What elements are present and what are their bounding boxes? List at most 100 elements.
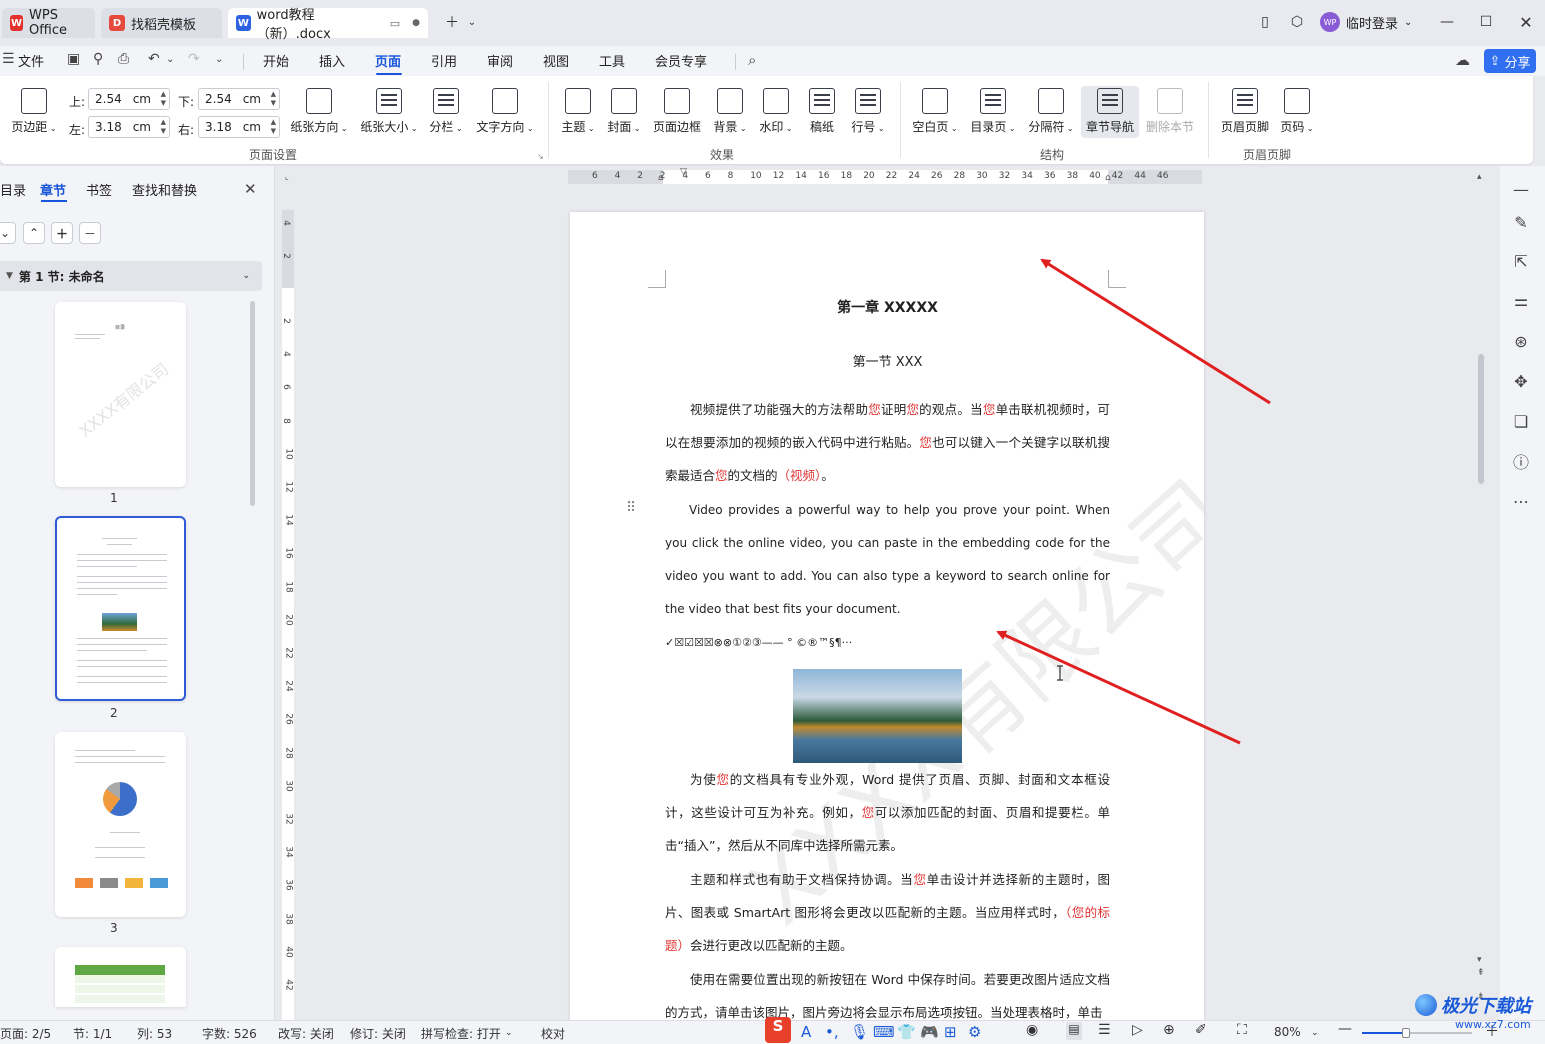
spin-arrows-icon[interactable]: ▲ ▼ <box>271 118 276 136</box>
cube-icon[interactable]: ⬡ <box>1285 10 1309 34</box>
save-icon[interactable]: ▣ <box>67 51 80 67</box>
add-section-icon[interactable]: ＋ <box>51 222 73 244</box>
redo-icon[interactable]: ↷ <box>188 51 200 67</box>
header-footer-button[interactable]: 页眉页脚 <box>1217 88 1273 135</box>
move-up-icon[interactable]: ⌃ <box>23 222 45 244</box>
eye-icon[interactable]: ◉ <box>1026 1022 1038 1038</box>
document-scrollbar[interactable] <box>1478 354 1484 484</box>
page-thumbnail-2[interactable] <box>55 516 186 701</box>
collapse-triangle-icon[interactable]: ▼ <box>6 271 13 281</box>
proofread-button[interactable]: 校对 <box>541 1025 565 1042</box>
tab-template[interactable]: D 找稻壳模板 <box>101 8 222 38</box>
minimize-icon[interactable]: — <box>1435 10 1459 34</box>
share-button[interactable]: ⇪ 分享 <box>1484 49 1536 73</box>
remove-section-icon[interactable]: － <box>79 222 101 244</box>
shirt-icon[interactable]: 👕 <box>897 1023 916 1041</box>
cover-button[interactable]: 封面 ⌄ <box>604 88 644 135</box>
line-number-button[interactable]: 行号 ⌄ <box>848 88 888 135</box>
book-icon[interactable]: ❏ <box>1510 410 1532 432</box>
help-icon[interactable]: ⓘ <box>1510 450 1532 472</box>
section-header[interactable]: ▼ 第 1 节: 未命名 ⌄ <box>0 261 262 291</box>
menu-insert[interactable]: 插入 <box>319 51 345 70</box>
chapter-title[interactable]: 第一章 XXXXX <box>665 292 1110 325</box>
first-line-indent-icon[interactable]: ▽ <box>680 167 687 177</box>
watermark-button[interactable]: 水印 ⌄ <box>756 88 796 135</box>
tab-toc[interactable]: 目录 <box>0 180 26 199</box>
menu-member[interactable]: 会员专享 <box>655 51 707 70</box>
page-thumbnail-3[interactable] <box>55 732 186 917</box>
orientation-button[interactable]: 纸张方向 ⌄ <box>287 88 351 135</box>
menu-tools[interactable]: 工具 <box>599 51 625 70</box>
close-panel-icon[interactable]: ✕ <box>244 180 257 198</box>
chevron-down-icon[interactable]: ⌄ <box>1311 1028 1319 1038</box>
search-icon[interactable]: ⌕ <box>748 51 756 69</box>
login-button[interactable]: WP 临时登录 ⌄ <box>1320 12 1412 32</box>
tab-find-replace[interactable]: 查找和替换 <box>132 180 197 199</box>
drag-handle-icon[interactable]: ⠿ <box>626 500 636 516</box>
zoom-level[interactable]: 80% <box>1274 1025 1301 1039</box>
chapter-nav-button[interactable]: 章节导航 <box>1081 86 1139 138</box>
fit-page-icon[interactable]: ⛶ <box>1237 1022 1247 1038</box>
sliders-icon[interactable]: ⚌ <box>1510 289 1532 311</box>
close-window-icon[interactable]: ✕ <box>1514 10 1538 34</box>
document-page[interactable]: XXXX有限公司 第一章 XXXXX 第一节 XXX 视频提供了功能强大的方法帮… <box>570 212 1204 1032</box>
link-icon[interactable]: ⚲ <box>93 51 103 67</box>
symbols-line[interactable]: ✓☒☑☒☒⊗⊗①②③—— ° ©®™§¶··· <box>665 626 1110 659</box>
top-margin-input[interactable]: 2.54 cm ▲ ▼ <box>88 88 170 110</box>
file-menu[interactable]: 文件 <box>18 51 44 70</box>
eye-protect-icon[interactable]: ✐ <box>1195 1022 1207 1038</box>
overtype-status[interactable]: 改写: 关闭 <box>278 1025 334 1042</box>
ai-assistant-icon[interactable]: ⊛ <box>1510 330 1532 352</box>
layout-icon[interactable]: ▯ <box>1253 10 1277 34</box>
word-count[interactable]: 字数: 526 <box>202 1025 257 1042</box>
collapse-icon[interactable]: — <box>1510 178 1532 200</box>
keyboard-icon[interactable]: ⌨ <box>873 1023 895 1041</box>
paragraph-1[interactable]: 视频提供了功能强大的方法帮助您证明您的观点。当您单击联机视频时，可以在想要添加的… <box>665 393 1110 492</box>
web-view-icon[interactable]: ⊕ <box>1163 1022 1175 1038</box>
grid-icon[interactable]: ⊞ <box>944 1023 957 1041</box>
background-button[interactable]: 背景 ⌄ <box>710 88 750 135</box>
unsaved-dot-icon[interactable]: ● <box>412 18 420 28</box>
ruler-toggle-icon[interactable]: ⌞ <box>285 172 289 181</box>
scroll-down-icon[interactable]: ▾ <box>1477 955 1482 965</box>
page-thumbnail-1[interactable]: 目录 XXXX有限公司 <box>55 302 186 487</box>
separator-button[interactable]: 分隔符 ⌄ <box>1025 88 1077 135</box>
page-number-button[interactable]: 页码 ⌄ <box>1277 88 1317 135</box>
page-indicator[interactable]: 页面: 2/5 <box>0 1025 51 1042</box>
maximize-icon[interactable]: ☐ <box>1474 10 1498 34</box>
section-menu-icon[interactable]: ⌄ <box>242 271 250 281</box>
blank-page-button[interactable]: 空白页 ⌄ <box>909 88 961 135</box>
hamburger-icon[interactable]: ☰ <box>2 51 15 67</box>
ime-font-icon[interactable]: A <box>801 1023 811 1041</box>
select-cursor-icon[interactable]: ⇱ <box>1510 250 1532 272</box>
bottom-margin-input[interactable]: 2.54 cm ▲ ▼ <box>198 88 280 110</box>
paragraph-2[interactable]: Video provides a powerful way to help yo… <box>665 494 1110 626</box>
settings-gear-icon[interactable]: ⚙ <box>968 1023 981 1041</box>
monitor-icon[interactable]: ▭ <box>390 17 400 30</box>
panel-scrollbar[interactable] <box>250 301 255 506</box>
margins-button[interactable]: 页边距 ⌄ <box>8 88 60 135</box>
expand-down-icon[interactable]: ⌄ <box>0 222 16 244</box>
page-border-button[interactable]: 页面边框 <box>650 88 704 135</box>
section-title[interactable]: 第一节 XXX <box>665 346 1110 379</box>
spin-arrows-icon[interactable]: ▲ ▼ <box>161 90 166 108</box>
tab-document[interactable]: W word教程（新）.docx ▭ ● <box>228 8 428 42</box>
theme-button[interactable]: 主题 ⌄ <box>558 88 598 135</box>
right-margin-input[interactable]: 3.18 cm ▲ ▼ <box>198 116 280 138</box>
vertical-ruler[interactable]: 4 2 2 4 6 8 10 12 14 16 18 20 22 24 26 28 30 32 34 36 38 40 42 <box>281 210 294 1022</box>
menu-page[interactable]: 页面 <box>375 51 401 70</box>
undo-dropdown-icon[interactable]: ⌄ <box>166 54 174 65</box>
prev-page-icon[interactable]: ⇞ <box>1477 968 1485 978</box>
revision-status[interactable]: 修订: 关闭 <box>350 1025 406 1042</box>
microphone-icon[interactable]: 🎙 <box>850 1023 869 1041</box>
more-quick-icon[interactable]: ⌄ <box>215 54 223 65</box>
tab-chapters[interactable]: 章节 <box>40 180 66 199</box>
paragraph-4[interactable]: 主题和样式也有助于文档保持协调。当您单击设计并选择新的主题时，图片、图表或 Sm… <box>665 863 1110 962</box>
menu-view[interactable]: 视图 <box>543 51 569 70</box>
tab-bookmarks[interactable]: 书签 <box>86 180 112 199</box>
tab-list-chevron-icon[interactable]: ⌄ <box>460 10 484 34</box>
columns-button[interactable]: 分栏 ⌄ <box>426 88 466 135</box>
scroll-up-icon[interactable]: ▴ <box>1477 172 1482 182</box>
page-thumbnail-4[interactable] <box>55 947 186 1007</box>
zoom-out-icon[interactable]: — <box>1338 1021 1352 1037</box>
